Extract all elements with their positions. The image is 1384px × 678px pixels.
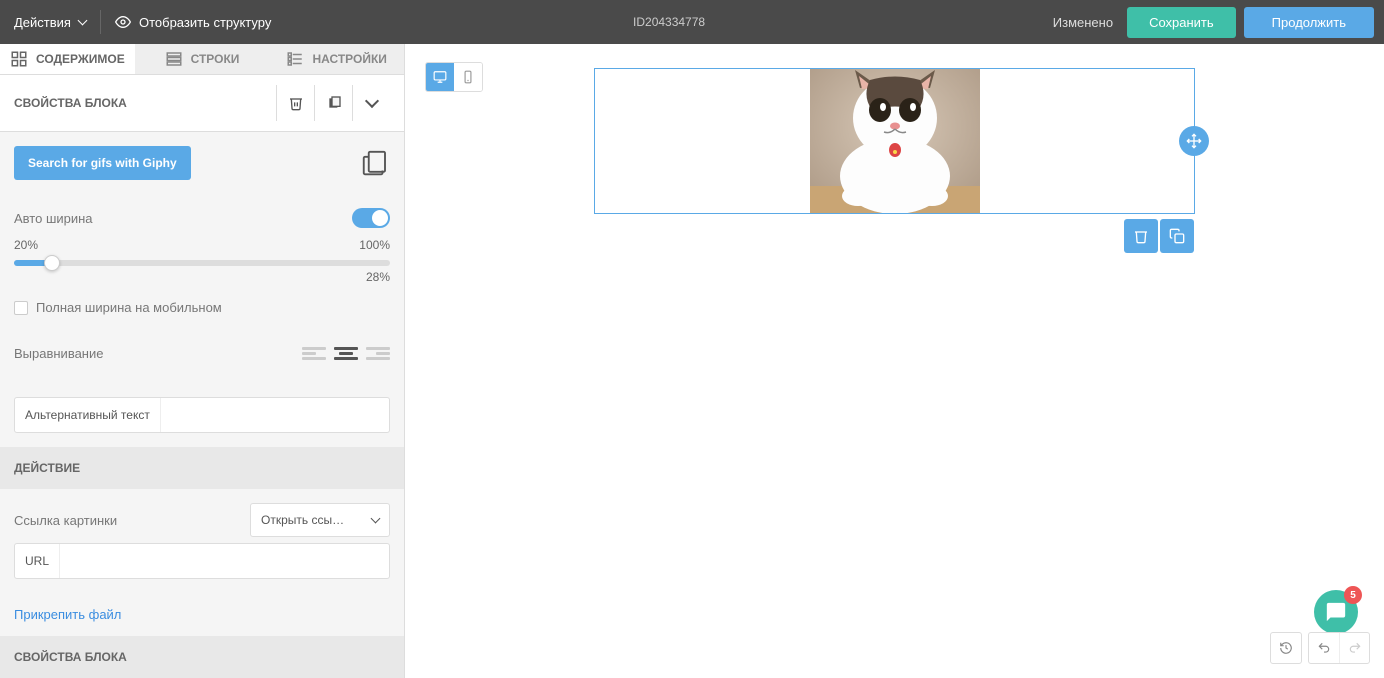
- url-label: URL: [15, 544, 60, 578]
- actions-label: Действия: [14, 15, 71, 30]
- chevron-down-icon: [371, 514, 381, 524]
- move-icon: [1186, 133, 1202, 149]
- image-link-label: Ссылка картинки: [14, 513, 117, 528]
- width-slider[interactable]: [14, 260, 390, 266]
- tab-settings-label: НАСТРОЙКИ: [312, 52, 386, 66]
- document-id: ID204334778: [285, 15, 1052, 29]
- redo-button[interactable]: [1339, 633, 1369, 663]
- eye-icon: [115, 14, 131, 30]
- attach-file-link[interactable]: Прикрепить файл: [0, 593, 404, 636]
- alignment-label: Выравнивание: [14, 346, 103, 361]
- sidebar: СОДЕРЖИМОЕ СТРОКИ НАСТРОЙКИ СВОЙСТВА БЛО…: [0, 44, 405, 678]
- align-left-button[interactable]: [302, 343, 326, 363]
- save-button[interactable]: Сохранить: [1127, 7, 1236, 38]
- full-width-mobile-checkbox[interactable]: [14, 301, 28, 315]
- redo-icon: [1348, 641, 1362, 655]
- block-duplicate-button[interactable]: [1160, 219, 1194, 253]
- align-center-button[interactable]: [334, 343, 358, 363]
- trash-icon: [1133, 228, 1149, 244]
- url-input[interactable]: [60, 544, 389, 578]
- device-desktop-button[interactable]: [426, 63, 454, 91]
- chat-badge: 5: [1344, 586, 1362, 604]
- device-mobile-button[interactable]: [454, 63, 482, 91]
- settings-list-icon: [286, 50, 304, 68]
- link-action-value: Открыть ссы…: [261, 513, 366, 527]
- auto-width-toggle[interactable]: [352, 208, 390, 228]
- align-right-button[interactable]: [366, 343, 390, 363]
- history-button[interactable]: [1271, 633, 1301, 663]
- alt-text-label: Альтернативный текст: [15, 398, 161, 432]
- collapse-panel-button[interactable]: [352, 85, 390, 121]
- undo-icon: [1317, 641, 1331, 655]
- chat-button[interactable]: 5: [1314, 590, 1358, 634]
- selected-image-block[interactable]: [594, 68, 1195, 214]
- move-handle[interactable]: [1179, 126, 1209, 156]
- undo-button[interactable]: [1309, 633, 1339, 663]
- copy-icon: [326, 95, 342, 111]
- show-structure-button[interactable]: Отобразить структуру: [101, 0, 285, 44]
- files-icon: [360, 148, 390, 178]
- width-value: 28%: [14, 270, 390, 284]
- canvas[interactable]: 5: [405, 44, 1384, 678]
- tab-content-label: СОДЕРЖИМОЕ: [36, 52, 125, 66]
- chat-icon: [1325, 601, 1347, 623]
- link-action-select[interactable]: Открыть ссы…: [250, 503, 390, 537]
- mobile-icon: [461, 70, 475, 84]
- tab-content[interactable]: СОДЕРЖИМОЕ: [0, 44, 135, 74]
- copy-icon: [1169, 228, 1185, 244]
- chevron-down-icon: [364, 94, 378, 108]
- show-structure-label: Отобразить структуру: [139, 15, 271, 30]
- duplicate-block-button[interactable]: [314, 85, 352, 121]
- chevron-down-icon: [78, 16, 88, 26]
- actions-menu[interactable]: Действия: [0, 0, 100, 44]
- replace-image-button[interactable]: [360, 148, 390, 178]
- continue-button[interactable]: Продолжить: [1244, 7, 1374, 38]
- scale-max: 100%: [359, 238, 390, 252]
- delete-block-button[interactable]: [276, 85, 314, 121]
- desktop-icon: [433, 70, 447, 84]
- action-section-title: ДЕЙСТВИЕ: [0, 447, 404, 489]
- grid-icon: [10, 50, 28, 68]
- full-width-mobile-label: Полная ширина на мобильном: [36, 300, 222, 315]
- giphy-search-button[interactable]: Search for gifs with Giphy: [14, 146, 191, 180]
- block-delete-button[interactable]: [1124, 219, 1158, 253]
- auto-width-label: Авто ширина: [14, 211, 93, 226]
- trash-icon: [288, 95, 304, 111]
- tab-settings[interactable]: НАСТРОЙКИ: [269, 44, 404, 74]
- block-properties-2-title: СВОЙСТВА БЛОКА: [0, 636, 404, 678]
- history-icon: [1279, 641, 1293, 655]
- block-properties-title: СВОЙСТВА БЛОКА: [14, 96, 276, 110]
- alt-text-input[interactable]: [161, 398, 389, 432]
- rows-icon: [165, 50, 183, 68]
- tab-rows-label: СТРОКИ: [191, 52, 240, 66]
- slider-knob[interactable]: [44, 255, 60, 271]
- scale-min: 20%: [14, 238, 38, 252]
- status-text: Изменено: [1053, 15, 1113, 30]
- tab-rows[interactable]: СТРОКИ: [135, 44, 270, 74]
- block-image: [810, 69, 980, 213]
